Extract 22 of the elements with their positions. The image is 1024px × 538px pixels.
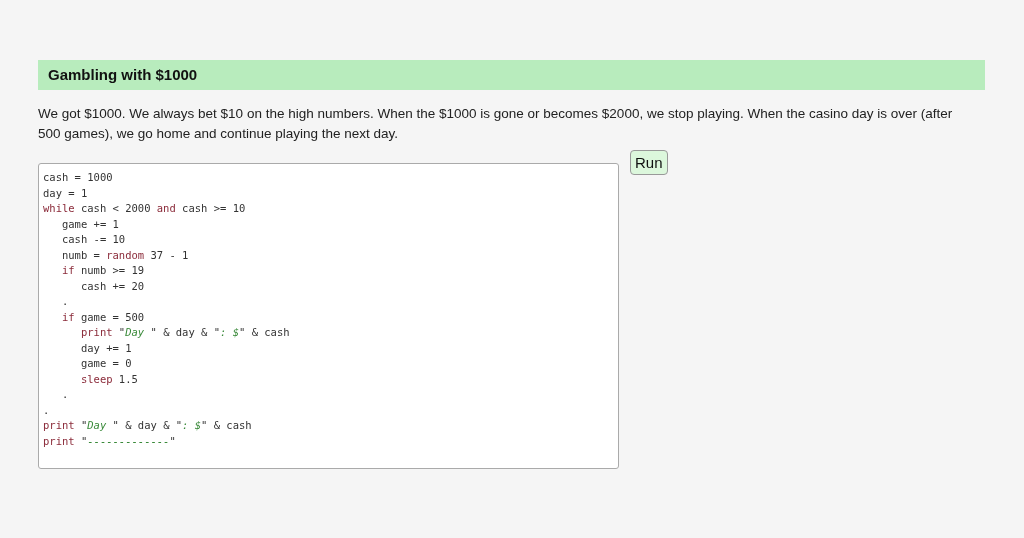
code-line: if numb >= 19 — [60, 263, 145, 278]
code-line: . — [43, 402, 50, 418]
code-line: . — [60, 387, 69, 402]
code-line: sleep 1.5 — [79, 371, 138, 387]
code-line: game += 1 — [60, 216, 119, 232]
code-line: print "Day " & day & ": $" & cash — [79, 325, 290, 340]
code-line: if game = 500 — [60, 309, 145, 325]
code-line: cash += 20 — [79, 278, 145, 294]
code-line: numb = random 37 - 1 — [60, 247, 189, 263]
code-line: game = 0 — [79, 356, 132, 371]
code-line: day += 1 — [79, 340, 132, 356]
section-heading: Gambling with $1000 — [38, 60, 985, 90]
code-editor[interactable] — [38, 163, 619, 469]
code-line: day = 1 — [43, 185, 88, 201]
code-line: . — [60, 294, 69, 309]
run-button[interactable]: Run — [630, 150, 668, 175]
code-line: print "Day " & day & ": $" & cash — [43, 418, 252, 433]
code-line: cash -= 10 — [60, 232, 126, 247]
description-text: We got $1000. We always bet $10 on the high numbers. When the $1000 is gone or becomes $2000, we stop playing. When the casino day is over (after 500 games), we go home and continue playing the next day. — [38, 105, 954, 143]
code-line: cash = 1000 — [43, 170, 113, 185]
code-line: print "-------------" — [43, 433, 176, 449]
code-line: while cash < 2000 and cash >= 10 — [43, 201, 246, 216]
